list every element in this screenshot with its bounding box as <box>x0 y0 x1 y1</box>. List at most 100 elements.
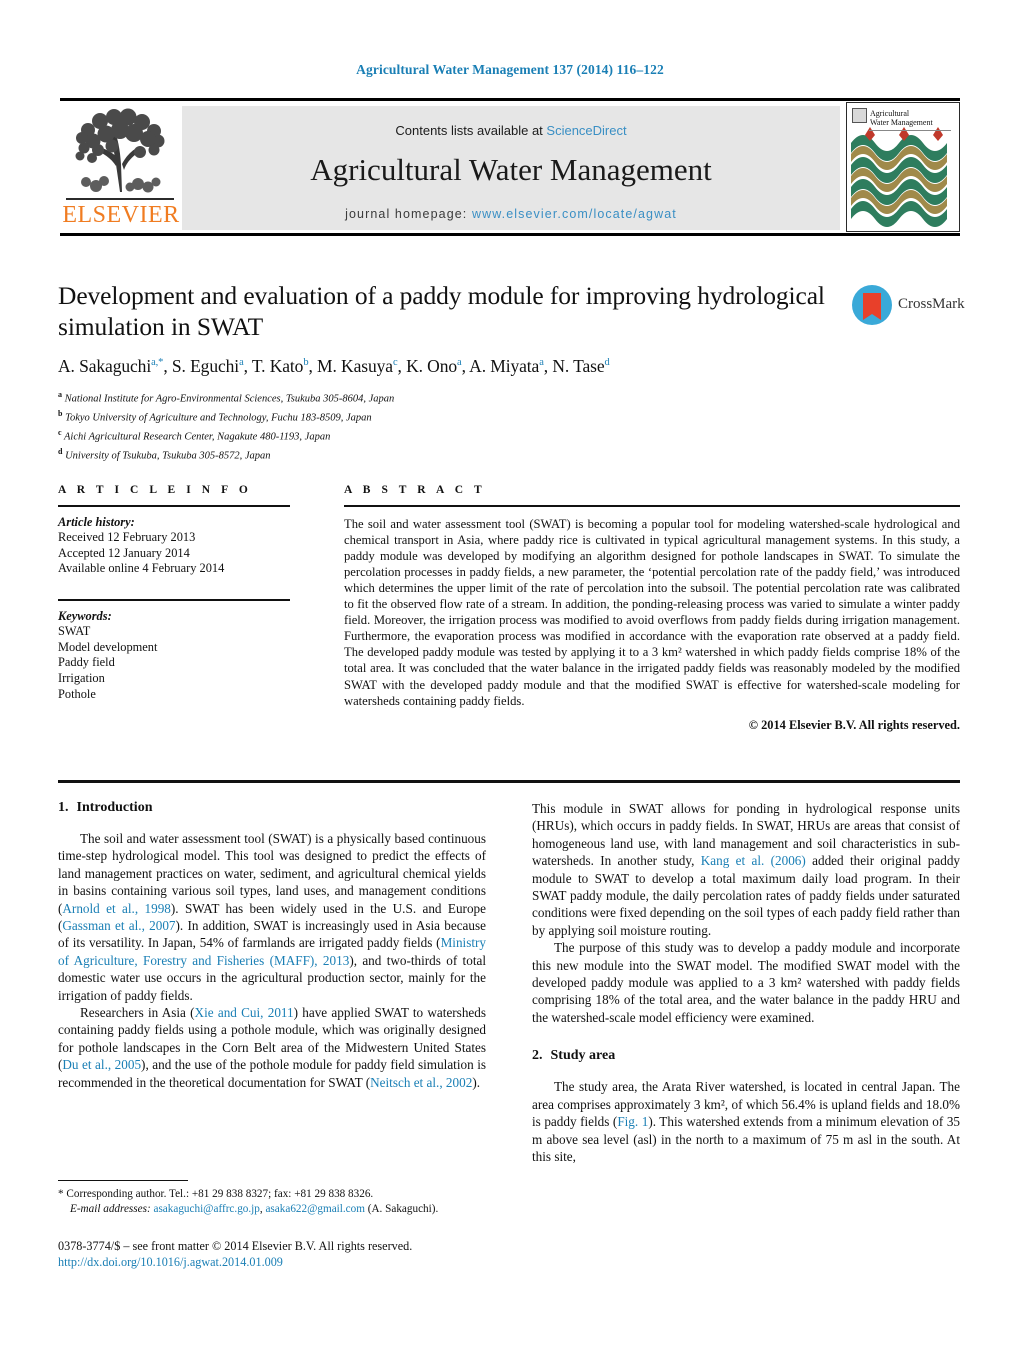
journal-homepage-link[interactable]: www.elsevier.com/locate/agwat <box>472 207 677 221</box>
affiliation-item: b Tokyo University of Agriculture and Te… <box>58 409 372 424</box>
section-title: Introduction <box>76 800 153 815</box>
elsevier-wordmark: ELSEVIER <box>62 202 180 228</box>
affiliation-mark: d <box>58 447 63 457</box>
abstract-text: The soil and water assessment tool (SWAT… <box>344 516 960 708</box>
citation-link[interactable]: Arnold et al., 1998 <box>62 901 170 916</box>
email-owner: (A. Sakaguchi). <box>367 1202 439 1215</box>
author-affiliation-mark: a <box>239 357 244 369</box>
section-heading-introduction: 1. Introduction <box>58 800 486 816</box>
journal-masthead: ELSEVIER Contents lists available at Sci… <box>60 98 960 236</box>
keywords-label: Keywords: <box>58 608 112 623</box>
keyword-item: Paddy field <box>58 655 115 670</box>
keywords-block: Keywords: SWAT Model development Paddy f… <box>58 609 290 703</box>
affiliation-item: c Aichi Agricultural Research Center, Na… <box>58 428 331 443</box>
email-addresses-label: E-mail addresses: <box>70 1202 151 1215</box>
elsevier-logo: ELSEVIER <box>62 106 180 231</box>
crossmark-label: CrossMark <box>898 296 965 312</box>
issn-copyright-line: 0378-3774/$ – see front matter © 2014 El… <box>58 1239 413 1253</box>
article-history-label: Article history: <box>58 514 135 529</box>
author-list: A. Sakaguchia,*, S. Eguchia, T. Katob, M… <box>58 356 610 376</box>
author-affiliation-mark: a <box>457 357 462 369</box>
journal-banner: Contents lists available at ScienceDirec… <box>182 106 840 230</box>
imprint-block: 0378-3774/$ – see front matter © 2014 El… <box>58 1238 518 1270</box>
contents-prefix: Contents lists available at <box>395 123 547 138</box>
body-column-right: This module in SWAT allows for ponding i… <box>532 800 960 1165</box>
author-name: A. Miyata <box>469 356 540 376</box>
journal-article-page: Agricultural Water Management 137 (2014)… <box>0 0 1020 1351</box>
corresponding-author-text: Corresponding author. Tel.: +81 29 838 8… <box>66 1188 374 1201</box>
abstract-column: A B S T R A C T The soil and water asses… <box>344 484 960 733</box>
citation-link[interactable]: Kang et al. (2006) <box>701 853 806 868</box>
text-run: ). <box>472 1074 481 1090</box>
figure-link[interactable]: Fig. 1 <box>617 1114 648 1129</box>
masthead-bottom-rule <box>60 233 960 236</box>
keyword-item: Pothole <box>58 686 96 701</box>
footnote-text: * Corresponding author. Tel.: +81 29 838… <box>58 1188 439 1215</box>
history-item: Received 12 February 2013 <box>58 530 196 545</box>
paragraph-study-area: The study area, the Arata River watershe… <box>532 1078 960 1165</box>
masthead-top-rule <box>60 98 960 101</box>
author-name: S. Eguchi <box>171 356 240 376</box>
cover-title-line2: Water Management <box>870 118 933 127</box>
author-name: M. Kasuya <box>317 356 393 376</box>
corresponding-author-footnote: * Corresponding author. Tel.: +81 29 838… <box>58 1180 486 1217</box>
running-head: Agricultural Water Management 137 (2014)… <box>356 62 664 77</box>
affiliation-mark: a <box>58 390 62 399</box>
body-two-column-region: 1. Introduction The soil and water assess… <box>58 800 960 1200</box>
crossmark-circle-icon <box>852 285 892 325</box>
text-run: Researchers in Asia ( <box>80 1005 195 1021</box>
section-number: 2. <box>532 1048 543 1064</box>
paragraph-intro-2: Researchers in Asia (Xie and Cui, 2011) … <box>58 1004 486 1091</box>
keywords-rule <box>58 598 290 601</box>
affiliation-item: d University of Tsukuba, Tsukuba 305-857… <box>58 447 271 462</box>
author-affiliation-mark: d <box>604 357 610 369</box>
affiliation-item: a National Institute for Agro-Environmen… <box>58 390 395 405</box>
abstract-bottom-rule <box>58 780 960 783</box>
citation-link[interactable]: Neitsch et al., 2002 <box>370 1075 472 1090</box>
cover-publisher-icon <box>852 108 867 123</box>
affiliation-mark: c <box>58 428 62 438</box>
article-info-heading: A R T I C L E I N F O <box>58 484 252 496</box>
journal-title: Agricultural Water Management <box>310 152 712 187</box>
affiliation-list: a National Institute for Agro-Environmen… <box>58 388 838 464</box>
footnote-asterisk: * <box>58 1188 64 1201</box>
author-name: N. Tase <box>552 356 605 376</box>
article-info-column: A R T I C L E I N F O Article history: R… <box>58 484 290 702</box>
keyword-item: SWAT <box>58 624 91 639</box>
abstract-heading: A B S T R A C T <box>344 484 486 496</box>
title-block: Development and evaluation of a paddy mo… <box>58 280 838 464</box>
doi-link[interactable]: http://dx.doi.org/10.1016/j.agwat.2014.0… <box>58 1254 518 1270</box>
keyword-item: Model development <box>58 639 158 654</box>
affiliation-mark: b <box>58 409 63 419</box>
paragraph-intro-1: The soil and water assessment tool (SWAT… <box>58 830 486 1004</box>
article-history-block: Article history: Received 12 February 20… <box>58 515 290 577</box>
citation-link[interactable]: Du et al., 2005 <box>62 1057 141 1072</box>
crossmark-badge[interactable]: CrossMark <box>852 283 965 329</box>
keyword-item: Irrigation <box>58 670 105 685</box>
author-affiliation-mark: a,* <box>151 357 164 369</box>
citation-link[interactable]: Xie and Cui, 2011 <box>195 1005 294 1020</box>
elsevier-baseline-rule <box>66 198 174 200</box>
elsevier-tree-icon <box>68 108 172 196</box>
citation-link[interactable]: Gassman et al., 2007 <box>62 918 175 933</box>
cover-divider-rule <box>869 130 951 131</box>
history-item: Accepted 12 January 2014 <box>58 545 190 560</box>
section-heading-study-area: 2. Study area <box>532 1048 960 1064</box>
sciencedirect-link[interactable]: ScienceDirect <box>546 123 626 138</box>
paragraph-purpose: The purpose of this study was to develop… <box>532 940 960 1025</box>
crossmark-bookmark-icon <box>863 293 881 320</box>
body-column-left: 1. Introduction The soil and water assess… <box>58 800 486 1091</box>
homepage-prefix: journal homepage: <box>345 207 472 221</box>
author-name: T. Kato <box>251 356 304 376</box>
section-number: 1. <box>58 800 69 815</box>
author-name: A. Sakaguchi <box>58 356 152 376</box>
abstract-copyright: © 2014 Elsevier B.V. All rights reserved… <box>748 717 960 732</box>
footnote-rule <box>58 1180 188 1182</box>
journal-homepage-line: journal homepage: www.elsevier.com/locat… <box>182 207 840 221</box>
author-affiliation-mark: a <box>539 357 544 369</box>
section-title: Study area <box>550 1048 616 1064</box>
cover-title-line1: Agricultural <box>870 109 910 118</box>
email-link-primary[interactable]: asakaguchi@affrc.go.jp <box>153 1203 259 1215</box>
email-link-secondary[interactable]: asaka622@gmail.com <box>265 1203 364 1215</box>
journal-cover-thumbnail: Agricultural Water Management <box>846 102 960 232</box>
